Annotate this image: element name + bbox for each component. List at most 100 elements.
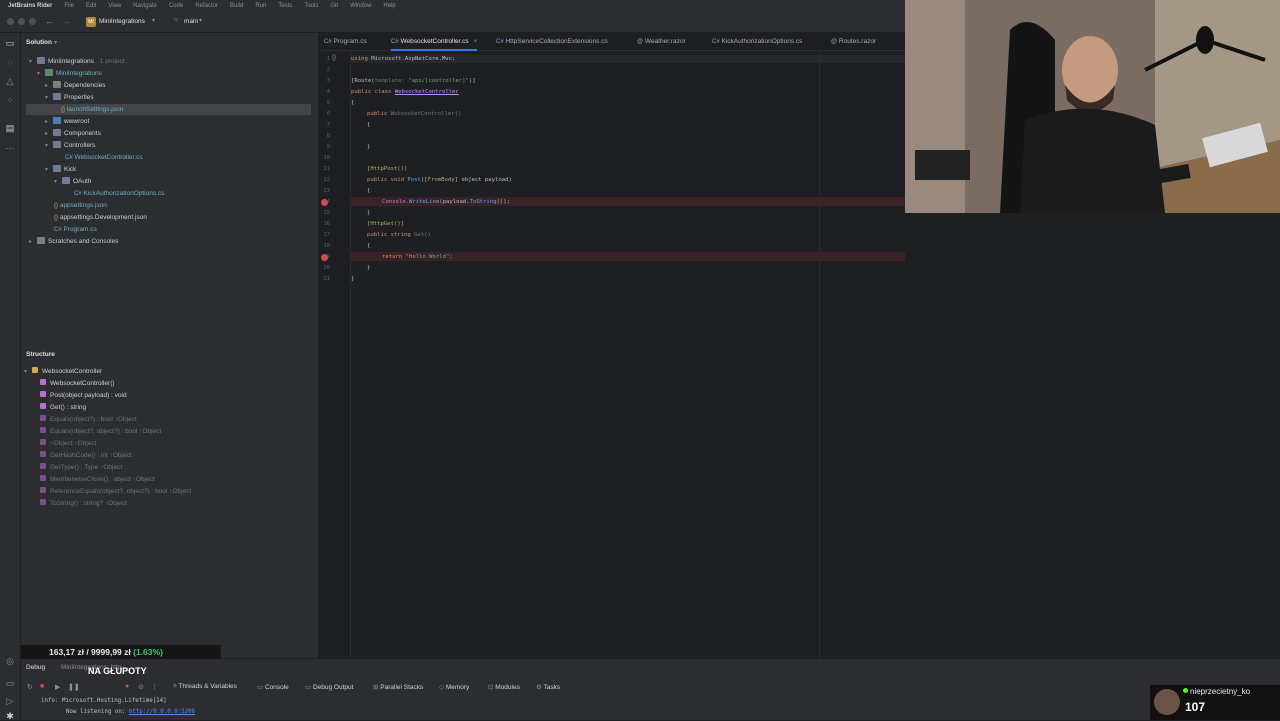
menu-code[interactable]: Code [169,3,183,9]
more-icon[interactable]: ⋯ [5,143,15,153]
tree-item-websocketcontroller[interactable]: C# WebsocketController.cs [65,152,143,163]
tree-item-solution-root[interactable]: ▾ MiniIntegrations 1 project [29,56,125,67]
structure-member[interactable]: Get() : string [40,402,86,413]
structure-header[interactable]: Structure [26,351,55,358]
window-zoom-button[interactable] [29,18,36,25]
method-icon [40,427,46,433]
breakpoint-icon[interactable] [321,254,328,261]
tab-kickauthorizationoptions[interactable]: C# KickAuthorizationOptions.cs [712,33,802,51]
menu-refactor[interactable]: Refactor [195,3,218,9]
tree-item-controllers[interactable]: ▾ Controllers [45,140,95,151]
tab-modules[interactable]: ⊡ Modules [488,683,520,691]
app-name[interactable]: JetBrains Rider [8,3,52,9]
solution-explorer: Solution ▾ ▾ MiniIntegrations 1 project ▾… [21,33,318,658]
code-editor[interactable]: 123456789101112131415161718192021 {} usi… [318,51,905,658]
menu-run[interactable]: Run [255,3,266,9]
tab-weather[interactable]: @ Weather.razor [637,33,686,51]
window-close-button[interactable] [7,18,14,25]
tree-item-program[interactable]: C# Program.cs [54,224,97,235]
tab-memory[interactable]: ◇ Memory [439,683,469,691]
rerun-icon[interactable]: ↻ [27,683,33,691]
warning-icon[interactable]: △ [5,76,15,86]
tree-item-dependencies[interactable]: ▸ Dependencies [45,80,106,91]
structure-member[interactable]: WebsocketController() [40,378,115,389]
structure-member[interactable]: ReferenceEquals(object?, object?) : bool… [40,486,191,497]
structure-label: Equals(object?) : bool ↑Object [50,416,137,423]
forward-arrow-icon[interactable]: → [62,16,71,26]
menu-navigate[interactable]: Navigate [133,3,157,9]
tree-item-project[interactable]: ▾ MiniIntegrations [37,68,102,79]
tab-program[interactable]: C# Program.cs [324,33,367,51]
more-icon[interactable]: ⋮ [151,683,158,691]
breakpoints-icon[interactable]: ● [125,683,129,690]
close-icon[interactable]: × [473,38,477,45]
expand-arrow-icon: ▾ [24,369,28,375]
breakpoint-icon[interactable] [321,199,328,206]
listening-url-link[interactable]: http://0.0.0.0:5206 [129,709,195,715]
tab-label: Routes.razor [838,38,877,45]
tree-label: Program.cs [63,226,97,233]
tab-websocketcontroller[interactable]: C# WebsocketController.cs × [391,33,478,51]
structure-label: WebsocketController [42,368,103,375]
stop-icon[interactable]: ■ [40,683,44,690]
menu-tests[interactable]: Tests [278,3,292,9]
menu-build[interactable]: Build [230,3,243,9]
structure-icon[interactable]: ▤ [5,123,15,133]
line-number: 12 [323,177,330,183]
structure-member[interactable]: ~Object ↑Object [40,438,96,449]
tree-item-wwwroot[interactable]: ▸ wwwroot [45,116,89,127]
tree-item-appsettings[interactable]: {} appsettings.json [54,200,107,211]
branch-selector[interactable]: main [184,18,198,25]
structure-member[interactable]: ToString() : string? ↑Object [40,498,127,509]
structure-member[interactable]: Equals(object?, object?) : bool ↑Object [40,426,161,437]
menu-edit[interactable]: Edit [86,3,96,9]
window-minimize-button[interactable] [18,18,25,25]
tab-threads-variables[interactable]: ≡ Threads & Variables [173,683,237,690]
code-line-13: { [367,188,371,194]
tab-label: WebsocketController.cs [400,38,469,45]
tree-item-kickauthorizationoptions[interactable]: C# KickAuthorizationOptions.cs [74,188,164,199]
tree-item-components[interactable]: ▸ Components [45,128,101,139]
tool-window-strip: ▭ ◌ △ ⁘ ▤ ⋯ ◎ ▭ ▷ ✱ [0,33,21,721]
menu-tools[interactable]: Tools [304,3,318,9]
solution-header[interactable]: Solution [26,39,52,46]
tab-console[interactable]: ▭ Console [257,683,289,691]
tab-debug-output[interactable]: ▭ Debug Output [305,683,353,691]
mute-breakpoints-icon[interactable]: ⊘ [138,683,144,691]
tree-item-properties[interactable]: ▾ Properties [45,92,94,103]
tree-item-scratches[interactable]: ▸ Scratches and Consoles [29,236,118,247]
terminal-icon[interactable]: ▭ [5,678,15,688]
menu-window[interactable]: Window [350,3,371,9]
structure-class[interactable]: ▾ WebsocketController [24,366,102,377]
structure-member[interactable]: GetType() : Type ↑Object [40,462,122,473]
line-number: 13 [323,188,330,194]
back-arrow-icon[interactable]: ← [45,16,54,26]
structure-member[interactable]: GetHashCode() : int ↑Object [40,450,132,461]
structure-member[interactable]: Equals(object?) : bool ↑Object [40,414,137,425]
folder-icon[interactable]: ▭ [5,38,15,48]
menu-file[interactable]: File [64,3,74,9]
debug-header[interactable]: Debug [26,664,45,671]
tree-item-appsettings-development[interactable]: {} appsettings.Development.json [54,212,147,223]
nuget-icon[interactable]: ⁘ [5,95,15,105]
fold-icon[interactable]: {} [332,55,336,61]
line-number: 1 [326,56,330,62]
pause-icon[interactable]: ❚❚ [68,683,80,691]
tab-routes[interactable]: @ Routes.razor [831,33,876,51]
menu-git[interactable]: Git [330,3,338,9]
git-icon[interactable]: ◎ [5,656,15,666]
tab-httpservicecollectionextensions[interactable]: C# HttpServiceCollectionExtensions.cs [496,33,608,51]
menu-view[interactable]: View [108,3,121,9]
project-selector[interactable]: MiniIntegrations [99,18,145,25]
tab-parallel-stacks[interactable]: ⊞ Parallel Stacks [373,683,423,691]
tree-item-launchsettings[interactable]: {} launchSettings.json [26,104,311,115]
resume-icon[interactable]: ▶ [55,683,60,691]
run-icon[interactable]: ▷ [5,696,15,706]
structure-member[interactable]: MemberwiseClone() : object ↑Object [40,474,155,485]
structure-member[interactable]: Post(object payload) : void [40,390,127,401]
tree-item-oauth[interactable]: ▾ OAuth [54,176,91,187]
menu-help[interactable]: Help [383,3,395,9]
tree-item-kick[interactable]: ▾ Kick [45,164,76,175]
commit-icon[interactable]: ◌ [5,57,15,67]
tab-tasks[interactable]: ⚙ Tasks [536,683,560,691]
